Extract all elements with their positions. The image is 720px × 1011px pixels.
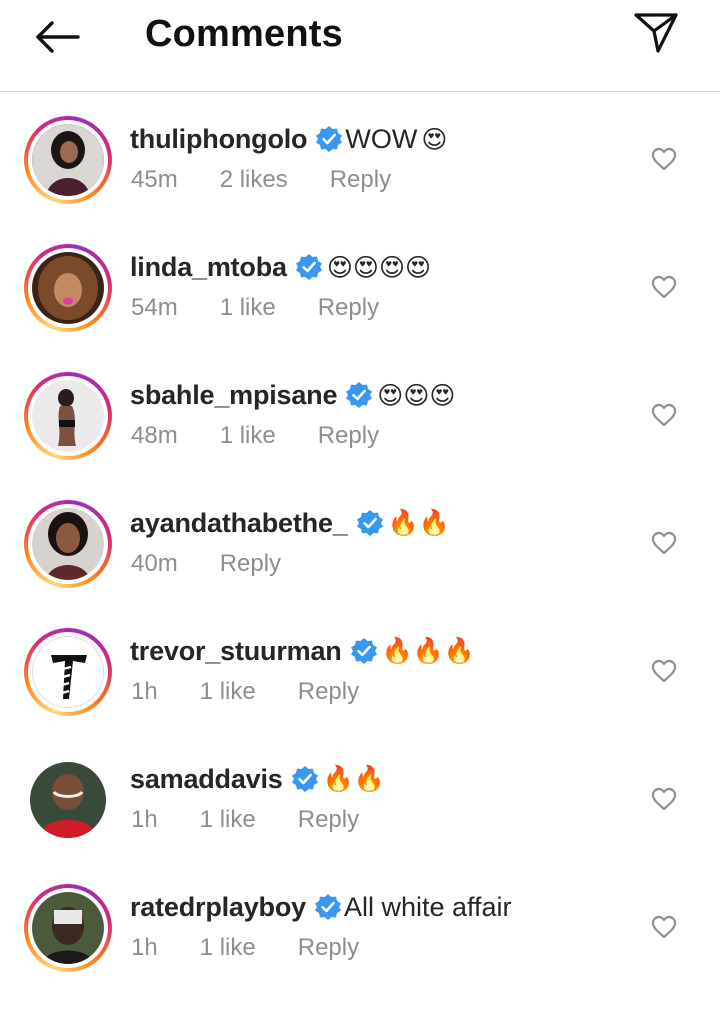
like-button[interactable]	[648, 272, 680, 302]
verified-badge-icon	[356, 509, 384, 537]
comment-time: 1h	[131, 934, 158, 961]
comment-username[interactable]: ayandathabethe_	[130, 508, 348, 539]
comment-item: linda_mtoba 😍😍😍😍 54m 1 like Reply	[0, 220, 720, 348]
verified-badge-icon	[291, 765, 319, 793]
heart-icon	[651, 659, 677, 683]
header-bar: Comments	[0, 0, 720, 92]
avatar-story-ring[interactable]	[24, 244, 112, 332]
comment-likes[interactable]: 1 like	[220, 422, 276, 450]
comment-emojis: 🔥🔥🔥	[381, 636, 475, 665]
avatar	[32, 380, 104, 452]
paper-plane-icon	[634, 13, 678, 53]
avatar	[32, 636, 104, 708]
back-button[interactable]	[28, 14, 84, 60]
comment-username[interactable]: thuliphongolo	[130, 124, 308, 155]
arrow-left-icon	[36, 21, 80, 53]
like-button[interactable]	[648, 400, 680, 430]
avatar	[32, 124, 104, 196]
heart-icon	[651, 147, 677, 171]
comment-emojis: 😍	[421, 124, 448, 154]
like-button[interactable]	[648, 656, 680, 686]
comment-time: 1h	[131, 806, 158, 833]
heart-icon	[651, 915, 677, 939]
verified-badge-icon	[314, 893, 342, 921]
comment-likes[interactable]: 1 like	[200, 934, 256, 962]
like-button[interactable]	[648, 528, 680, 558]
comment-username[interactable]: ratedrplayboy	[130, 892, 306, 923]
avatar-story-ring[interactable]	[24, 884, 112, 972]
heart-icon	[651, 787, 677, 811]
reply-button[interactable]: Reply	[298, 806, 359, 834]
verified-badge-icon	[295, 253, 323, 281]
comment-text: All white affair	[343, 891, 512, 922]
like-button[interactable]	[648, 912, 680, 942]
avatar	[30, 762, 106, 838]
comment-emojis: 😍😍😍	[377, 380, 456, 410]
verified-badge-icon	[345, 381, 373, 409]
heart-icon	[651, 531, 677, 555]
page-title: Comments	[145, 13, 343, 55]
comment-likes[interactable]: 2 likes	[220, 166, 288, 194]
reply-button[interactable]: Reply	[330, 166, 391, 194]
comments-list: thuliphongolo WOW 😍 45m 2 likes Reply li…	[0, 92, 720, 988]
comment-time: 48m	[131, 422, 178, 449]
verified-badge-icon	[350, 637, 378, 665]
avatar-story-ring[interactable]	[24, 500, 112, 588]
comment-time: 54m	[131, 294, 178, 321]
comment-time: 1h	[131, 678, 158, 705]
comment-likes[interactable]: 1 like	[220, 294, 276, 322]
avatar-story-ring[interactable]	[24, 628, 112, 716]
avatar	[32, 892, 104, 964]
comment-time: 40m	[131, 550, 178, 577]
comment-emojis: 🔥🔥	[322, 764, 385, 793]
heart-icon	[651, 403, 677, 427]
comment-item: trevor_stuurman 🔥🔥🔥 1h 1 like Reply	[0, 604, 720, 732]
comment-username[interactable]: trevor_stuurman	[130, 636, 342, 667]
comment-username[interactable]: samaddavis	[130, 764, 283, 795]
like-button[interactable]	[648, 784, 680, 814]
avatar	[32, 252, 104, 324]
comment-username[interactable]: linda_mtoba	[130, 252, 287, 283]
comment-item: ratedrplayboy All white affair 1h 1 like…	[0, 860, 720, 988]
reply-button[interactable]: Reply	[298, 678, 359, 706]
comment-emojis: 🔥🔥	[387, 508, 450, 537]
like-button[interactable]	[648, 144, 680, 174]
reply-button[interactable]: Reply	[318, 294, 379, 322]
avatar-story-ring[interactable]	[24, 372, 112, 460]
comment-item: thuliphongolo WOW 😍 45m 2 likes Reply	[0, 92, 720, 220]
avatar	[32, 508, 104, 580]
comment-text: WOW	[345, 123, 418, 154]
heart-icon	[651, 275, 677, 299]
avatar-button[interactable]	[24, 756, 112, 844]
reply-button[interactable]: Reply	[318, 422, 379, 450]
reply-button[interactable]: Reply	[220, 550, 281, 578]
comment-item: ayandathabethe_ 🔥🔥 40m Reply	[0, 476, 720, 604]
comment-time: 45m	[131, 166, 178, 193]
avatar-story-ring[interactable]	[24, 116, 112, 204]
comment-emojis: 😍😍😍😍	[326, 252, 432, 282]
comment-item: sbahle_mpisane 😍😍😍 48m 1 like Reply	[0, 348, 720, 476]
verified-badge-icon	[315, 125, 343, 153]
comment-username[interactable]: sbahle_mpisane	[130, 380, 337, 411]
comment-item: samaddavis 🔥🔥 1h 1 like Reply	[0, 732, 720, 860]
reply-button[interactable]: Reply	[298, 934, 359, 962]
comment-likes[interactable]: 1 like	[200, 678, 256, 706]
send-button[interactable]	[628, 8, 684, 58]
comment-likes[interactable]: 1 like	[200, 806, 256, 834]
